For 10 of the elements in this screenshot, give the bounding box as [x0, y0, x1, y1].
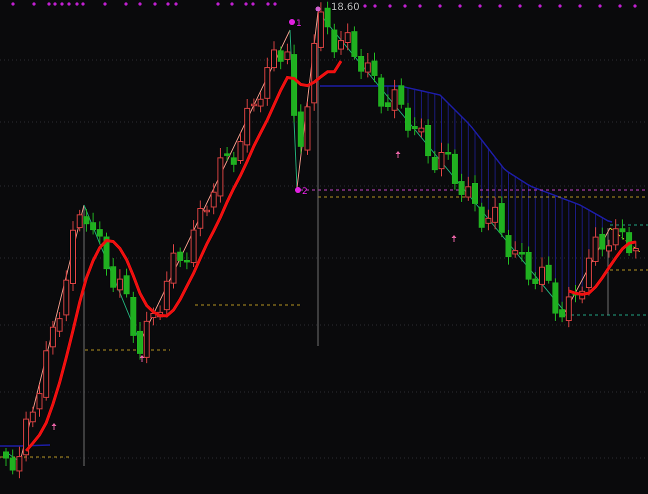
arrow-icon — [52, 423, 56, 430]
pivot-label: 1 — [296, 19, 302, 29]
pivot-label: 2 — [302, 187, 308, 197]
arrow-icon — [140, 355, 144, 362]
arrow-icon — [396, 151, 400, 158]
peak-marker-icon — [316, 6, 320, 12]
pivot-marker-icon — [289, 19, 295, 25]
price-label: 18.60 — [331, 2, 360, 13]
pivot-marker-icon — [295, 187, 301, 193]
arrow-icon — [452, 235, 456, 242]
